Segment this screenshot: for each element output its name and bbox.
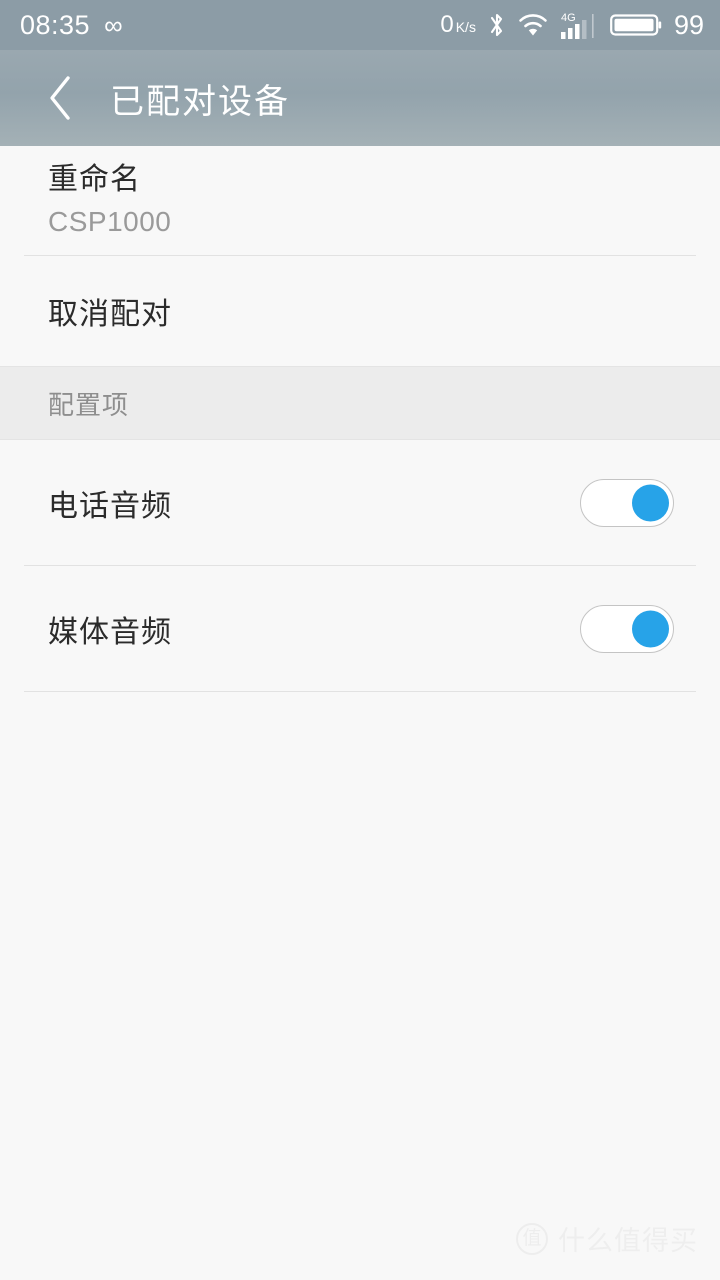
list-item-unpair[interactable]: 取消配对 — [0, 256, 720, 366]
rename-label: 重命名 — [48, 162, 141, 196]
svg-text:4G: 4G — [561, 12, 576, 24]
list-item-media-audio[interactable]: 媒体音频 — [0, 566, 720, 691]
media-audio-toggle[interactable] — [580, 604, 674, 653]
media-audio-label: 媒体音频 — [48, 615, 172, 649]
status-bar-left: 08:35 ∞ — [20, 9, 123, 40]
watermark: 值 什么值得买 — [516, 1219, 698, 1258]
status-bar-right: 0 K/s 4G 99 — [440, 10, 704, 40]
battery-level: 99 — [673, 9, 704, 40]
status-bar: 08:35 ∞ 0 K/s 4G 99 — [0, 0, 720, 50]
status-time: 08:35 — [20, 9, 91, 40]
page-title: 已配对设备 — [110, 82, 290, 121]
battery-icon — [610, 11, 662, 39]
phone-audio-toggle[interactable] — [580, 478, 674, 527]
signal-bars-icon: 4G — [559, 10, 599, 40]
list-item-rename[interactable]: 重命名 CSP1000 — [0, 146, 720, 255]
network-speed-indicator: 0 K/s — [440, 13, 476, 37]
list-item-phone-audio[interactable]: 电话音频 — [0, 440, 720, 565]
watermark-text: 什么值得买 — [558, 1226, 698, 1256]
toggle-knob — [632, 610, 669, 647]
settings-list: 重命名 CSP1000 取消配对 配置项 电话音频 媒体音频 — [0, 146, 720, 692]
section-header-label: 配置项 — [48, 389, 130, 420]
network-speed-unit: K/s — [455, 19, 476, 35]
infinity-icon: ∞ — [104, 10, 123, 40]
title-bar: 已配对设备 — [0, 50, 720, 146]
toggle-knob — [632, 484, 669, 521]
watermark-badge-icon: 值 — [516, 1222, 548, 1255]
section-header-config: 配置项 — [0, 366, 720, 440]
wifi-icon — [518, 12, 548, 38]
chevron-left-icon — [43, 72, 77, 124]
rename-value: CSP1000 — [48, 206, 172, 238]
unpair-label: 取消配对 — [48, 298, 172, 331]
bluetooth-icon — [487, 11, 507, 39]
back-button[interactable] — [34, 70, 86, 126]
divider — [24, 691, 696, 692]
network-speed-value: 0 — [440, 11, 454, 38]
phone-audio-label: 电话音频 — [48, 489, 172, 523]
